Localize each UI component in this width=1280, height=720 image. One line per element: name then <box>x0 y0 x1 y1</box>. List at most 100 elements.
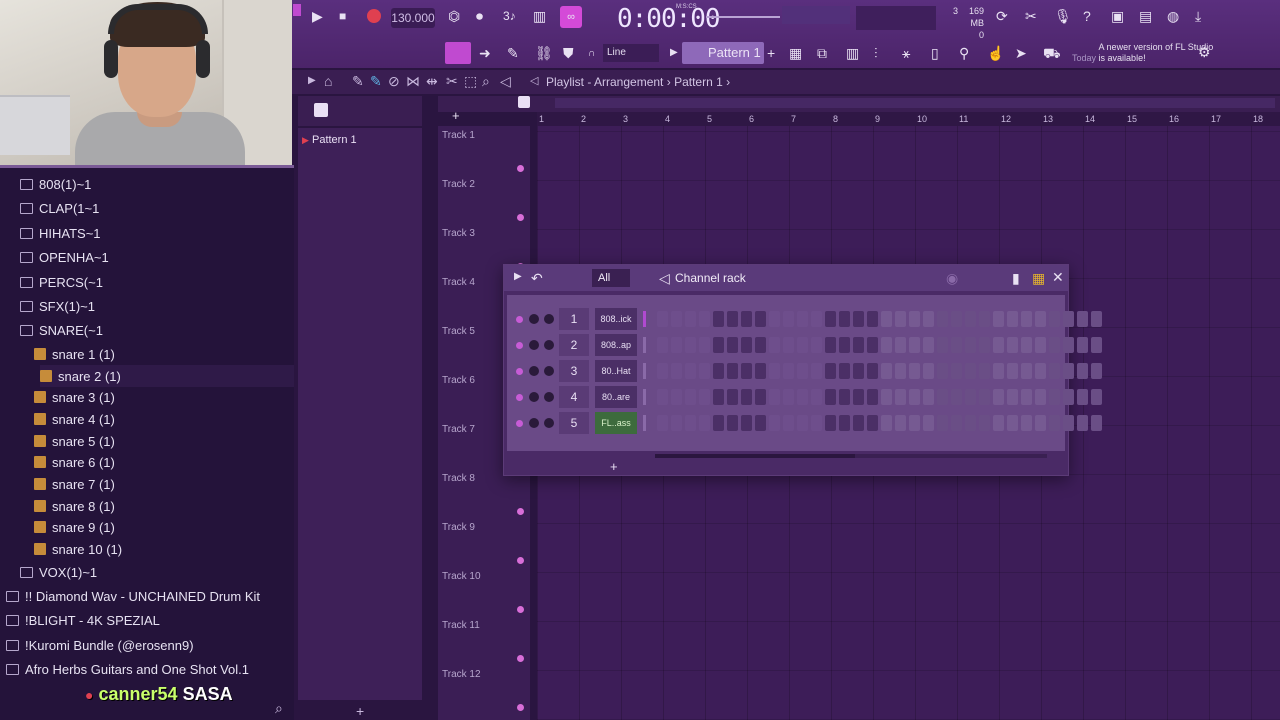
track-label[interactable]: Track 10 <box>442 571 481 582</box>
browser-item[interactable]: CLAP(1~1 <box>20 197 99 219</box>
step-button[interactable] <box>979 415 990 431</box>
browser-item[interactable]: snare 4 (1) <box>34 408 115 430</box>
tempo-display[interactable]: 130.000 <box>391 8 435 28</box>
playlist-menu-icon[interactable]: ▶ <box>308 75 316 86</box>
step-button[interactable] <box>853 363 864 379</box>
step-button[interactable] <box>783 311 794 327</box>
step-button[interactable] <box>699 311 710 327</box>
microphone-icon[interactable]: 🎙 <box>1054 8 1072 25</box>
step-button[interactable] <box>993 311 1004 327</box>
step-button[interactable] <box>1063 389 1074 405</box>
step-button[interactable] <box>867 389 878 405</box>
channel-mixer-number[interactable]: 3 <box>559 360 589 382</box>
add-channel-icon[interactable]: + <box>610 459 618 474</box>
step-button[interactable] <box>1091 415 1102 431</box>
browser-item[interactable]: SNARE(~1 <box>20 319 103 341</box>
step-button[interactable] <box>923 337 934 353</box>
channel-pan-knob[interactable] <box>529 366 539 376</box>
track-label[interactable]: Track 6 <box>442 375 475 386</box>
step-button[interactable] <box>951 389 962 405</box>
step-button[interactable] <box>1077 337 1088 353</box>
step-button[interactable] <box>1077 415 1088 431</box>
step-button[interactable] <box>965 311 976 327</box>
browser-item[interactable]: snare 8 (1) <box>34 495 115 517</box>
step-button[interactable] <box>769 389 780 405</box>
step-button[interactable] <box>881 415 892 431</box>
add-pattern-icon[interactable]: + <box>767 45 775 61</box>
step-button[interactable] <box>895 415 906 431</box>
step-button[interactable] <box>1035 389 1046 405</box>
step-button[interactable] <box>993 415 1004 431</box>
step-button[interactable] <box>825 337 836 353</box>
snap-select[interactable]: Line <box>603 44 659 62</box>
step-button[interactable] <box>699 389 710 405</box>
channel-volume-knob[interactable] <box>544 340 554 350</box>
channel-mute-icon[interactable] <box>516 368 523 375</box>
browser-item[interactable]: PERCS(~1 <box>20 271 103 293</box>
channel-pan-knob[interactable] <box>529 392 539 402</box>
step-button[interactable] <box>1077 363 1088 379</box>
channel-volume-knob[interactable] <box>544 392 554 402</box>
step-button[interactable] <box>727 337 738 353</box>
step-button[interactable] <box>979 337 990 353</box>
step-button[interactable] <box>671 311 682 327</box>
channel-mute-icon[interactable] <box>516 394 523 401</box>
step-button[interactable] <box>1049 363 1060 379</box>
step-button[interactable] <box>881 337 892 353</box>
render-icon[interactable]: ▤ <box>1139 8 1152 25</box>
slice-tool-icon[interactable]: ✂ <box>446 73 458 90</box>
step-button[interactable] <box>951 415 962 431</box>
channel-volume-knob[interactable] <box>544 314 554 324</box>
undo-icon[interactable]: ↶ <box>531 270 543 287</box>
step-button[interactable] <box>895 311 906 327</box>
paint-tool-icon[interactable]: ✎ <box>370 73 382 90</box>
step-button[interactable] <box>713 311 724 327</box>
step-button[interactable] <box>811 311 822 327</box>
step-button[interactable] <box>727 415 738 431</box>
browser-item[interactable]: !! Diamond Wav - UNCHAINED Drum Kit <box>6 585 260 607</box>
step-button[interactable] <box>671 337 682 353</box>
step-button[interactable] <box>1091 337 1102 353</box>
step-button[interactable] <box>727 363 738 379</box>
step-button[interactable] <box>783 337 794 353</box>
stop-icon[interactable]: ■ <box>339 9 346 23</box>
step-button[interactable] <box>741 337 752 353</box>
channel-rack-titlebar[interactable]: ▶ ↶ All ◁ Channel rack ◉ ▮ ▦ ✕ <box>504 265 1068 291</box>
draw-tool-icon[interactable]: ✎ <box>352 73 364 90</box>
browser-item[interactable]: VOX(1)~1 <box>20 561 97 583</box>
menu-handle[interactable] <box>293 4 301 16</box>
channel-volume-knob[interactable] <box>544 366 554 376</box>
mute-tool-icon[interactable]: ⋈ <box>406 73 420 90</box>
step-button[interactable] <box>685 415 696 431</box>
magnet-icon[interactable]: ∩ <box>588 48 595 59</box>
step-button[interactable] <box>1035 363 1046 379</box>
channel-name-button[interactable]: 80..are <box>595 386 637 408</box>
channel-select-indicator[interactable] <box>643 389 646 405</box>
channel-mixer-number[interactable]: 5 <box>559 412 589 434</box>
step-button[interactable] <box>755 311 766 327</box>
track-mute-icon[interactable] <box>517 606 524 613</box>
step-button[interactable] <box>657 363 668 379</box>
mixer-icon[interactable]: ⫶ <box>874 45 878 62</box>
arrow-right-icon[interactable]: ➜ <box>479 45 491 62</box>
step-button[interactable] <box>797 311 808 327</box>
step-button[interactable] <box>797 415 808 431</box>
channel-name-button[interactable]: 80..Hat <box>595 360 637 382</box>
browser-item[interactable]: 808(1)~1 <box>20 173 91 195</box>
step-button[interactable] <box>685 337 696 353</box>
news-panel[interactable]: Today A newer version of FL Studio is av… <box>1072 42 1217 64</box>
refresh-icon[interactable]: ⟳ <box>996 8 1008 25</box>
step-button[interactable] <box>685 311 696 327</box>
step-button[interactable] <box>1091 389 1102 405</box>
track-mute-icon[interactable] <box>517 165 524 172</box>
track-mute-icon[interactable] <box>517 704 524 711</box>
step-button[interactable] <box>825 415 836 431</box>
step-button[interactable] <box>671 363 682 379</box>
step-button[interactable] <box>657 415 668 431</box>
zoom-tool-icon[interactable]: ⌕ <box>482 73 490 90</box>
browser-item[interactable]: !BLIGHT - 4K SPEZIAL <box>6 609 160 631</box>
step-button[interactable] <box>1091 363 1102 379</box>
step-button[interactable] <box>713 363 724 379</box>
step-button[interactable] <box>951 337 962 353</box>
playlist-icon[interactable]: ▦ <box>789 45 802 62</box>
